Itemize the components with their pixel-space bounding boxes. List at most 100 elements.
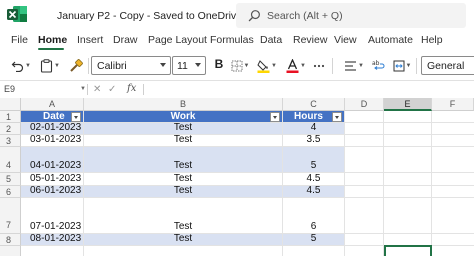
table-cell-date[interactable]: 06-01-2023 bbox=[21, 186, 84, 198]
table-cell-work[interactable]: Test bbox=[84, 147, 283, 173]
chevron-down-icon: ▼ bbox=[405, 62, 412, 69]
table-cell-date[interactable]: 05-01-2023 bbox=[21, 173, 84, 186]
fill-color-button[interactable]: ▼ bbox=[256, 56, 278, 75]
font-size-select[interactable]: 11 bbox=[172, 56, 206, 75]
column-header-a[interactable]: A bbox=[21, 98, 84, 111]
row-header[interactable]: 8 bbox=[0, 234, 21, 246]
tab-help[interactable]: Help bbox=[421, 34, 443, 46]
table-cell-work[interactable]: Test bbox=[84, 186, 283, 198]
tab-insert[interactable]: Insert bbox=[77, 34, 103, 46]
table-cell-work[interactable]: Test bbox=[84, 135, 283, 147]
table-header-work[interactable]: Work bbox=[84, 111, 283, 123]
chevron-down-icon: ▼ bbox=[358, 62, 364, 69]
empty-cell[interactable] bbox=[283, 246, 345, 256]
tab-page-layout[interactable]: Page Layout bbox=[148, 34, 207, 46]
undo-button[interactable]: ▼ bbox=[10, 56, 32, 75]
filter-dropdown-icon[interactable] bbox=[71, 112, 81, 122]
row-line bbox=[345, 172, 474, 173]
enter-icon[interactable]: ✓ bbox=[108, 84, 116, 95]
borders-button[interactable]: ▼ bbox=[230, 56, 250, 75]
filter-dropdown-icon[interactable] bbox=[332, 112, 342, 122]
cell-text: 03-01-2023 bbox=[30, 135, 82, 145]
select-all-corner[interactable] bbox=[0, 98, 21, 111]
empty-column-d[interactable] bbox=[345, 111, 384, 256]
tab-draw[interactable]: Draw bbox=[113, 34, 138, 46]
table-cell-hours[interactable]: 6 bbox=[283, 198, 345, 234]
tab-view[interactable]: View bbox=[334, 34, 357, 46]
tab-data[interactable]: Data bbox=[260, 34, 282, 46]
table-cell-work[interactable]: Test bbox=[84, 234, 283, 246]
cancel-icon[interactable]: ✕ bbox=[93, 84, 101, 95]
column-header-f[interactable]: F bbox=[432, 98, 474, 111]
format-painter-button[interactable] bbox=[67, 56, 85, 75]
wrap-text-button[interactable]: ab bbox=[371, 56, 387, 75]
empty-cell[interactable] bbox=[21, 246, 84, 256]
tab-formulas[interactable]: Formulas bbox=[210, 34, 254, 46]
search-box[interactable]: Search (Alt + Q) bbox=[236, 3, 466, 28]
number-format-select[interactable]: General bbox=[421, 56, 474, 75]
row-header[interactable]: 5 bbox=[0, 173, 21, 186]
cell-text: 6 bbox=[310, 221, 317, 232]
table-cell-date[interactable]: 07-01-2023 bbox=[21, 198, 84, 234]
empty-cell[interactable] bbox=[84, 246, 283, 256]
table-cell-hours[interactable]: 5 bbox=[283, 234, 345, 246]
font-name-select[interactable]: Calibri bbox=[91, 56, 171, 75]
active-cell-selection[interactable] bbox=[384, 245, 432, 256]
empty-column-f[interactable] bbox=[432, 111, 474, 256]
column-header-e[interactable]: E bbox=[384, 98, 432, 111]
merge-button[interactable]: ▼ bbox=[392, 56, 412, 75]
row-header[interactable]: 2 bbox=[0, 123, 21, 135]
column-header-b[interactable]: B bbox=[84, 98, 283, 111]
row-line bbox=[345, 146, 474, 147]
table-cell-date[interactable]: 03-01-2023 bbox=[21, 135, 84, 147]
row-header[interactable]: 1 bbox=[0, 111, 21, 123]
tab-review[interactable]: Review bbox=[293, 34, 327, 46]
table-cell-hours[interactable]: 4.5 bbox=[283, 186, 345, 198]
cell-text: Test bbox=[173, 173, 193, 184]
table-cell-hours[interactable]: 4.5 bbox=[283, 173, 345, 186]
table-cell-work[interactable]: Test bbox=[84, 173, 283, 186]
table-header-hours[interactable]: Hours bbox=[283, 111, 345, 123]
filter-dropdown-icon[interactable] bbox=[270, 112, 280, 122]
table-cell-date[interactable]: 08-01-2023 bbox=[21, 234, 84, 246]
bold-button[interactable]: B bbox=[212, 57, 226, 71]
search-input[interactable]: Search (Alt + Q) bbox=[267, 10, 343, 22]
formula-input[interactable] bbox=[150, 84, 470, 95]
document-title-text: January P2 - Copy - Saved to OneDrive bbox=[57, 10, 243, 22]
font-color-button[interactable]: ▼ bbox=[285, 56, 307, 75]
table-cell-hours[interactable]: 4 bbox=[283, 123, 345, 135]
paste-button[interactable]: ▼ bbox=[38, 56, 62, 75]
column-header-c[interactable]: C bbox=[283, 98, 345, 111]
table-cell-date[interactable]: 02-01-2023 bbox=[21, 123, 84, 135]
row-header[interactable]: 7 bbox=[0, 198, 21, 234]
column-header-d[interactable]: D bbox=[345, 98, 384, 111]
cell-text: 06-01-2023 bbox=[30, 186, 82, 196]
header-label: Work bbox=[170, 111, 196, 122]
excel-icon[interactable] bbox=[6, 5, 27, 23]
name-box-value: E9 bbox=[4, 84, 16, 94]
font-color-icon bbox=[286, 58, 299, 73]
ribbon-toolbar: ▼ ▼ Calibri 11 B ▼ ▼ ▼ ▼ ab ▼ General bbox=[0, 53, 474, 78]
insert-function-icon[interactable]: fx bbox=[127, 83, 136, 94]
table-cell-date[interactable]: 04-01-2023 bbox=[21, 147, 84, 173]
chevron-down-icon[interactable]: ▼ bbox=[80, 86, 86, 92]
document-title[interactable]: January P2 - Copy - Saved to OneDrive ⌄ bbox=[57, 10, 257, 22]
table-cell-hours[interactable]: 5 bbox=[283, 147, 345, 173]
more-icon bbox=[313, 64, 325, 67]
row-header[interactable]: 4 bbox=[0, 147, 21, 173]
more-options-button[interactable] bbox=[312, 56, 326, 75]
row-header[interactable]: 3 bbox=[0, 135, 21, 147]
tab-home[interactable]: Home bbox=[38, 34, 67, 46]
empty-column-e[interactable] bbox=[384, 111, 432, 256]
row-header[interactable]: 6 bbox=[0, 186, 21, 198]
table-cell-work[interactable]: Test bbox=[84, 123, 283, 135]
table-cell-work[interactable]: Test bbox=[84, 198, 283, 234]
table-header-date[interactable]: Date bbox=[21, 111, 84, 123]
row-header[interactable] bbox=[0, 246, 21, 256]
name-box[interactable]: E9 bbox=[0, 81, 86, 97]
search-icon bbox=[248, 10, 260, 22]
table-cell-hours[interactable]: 3.5 bbox=[283, 135, 345, 147]
tab-automate[interactable]: Automate bbox=[368, 34, 413, 46]
align-button[interactable]: ▼ bbox=[342, 56, 366, 75]
tab-file[interactable]: File bbox=[11, 34, 28, 46]
